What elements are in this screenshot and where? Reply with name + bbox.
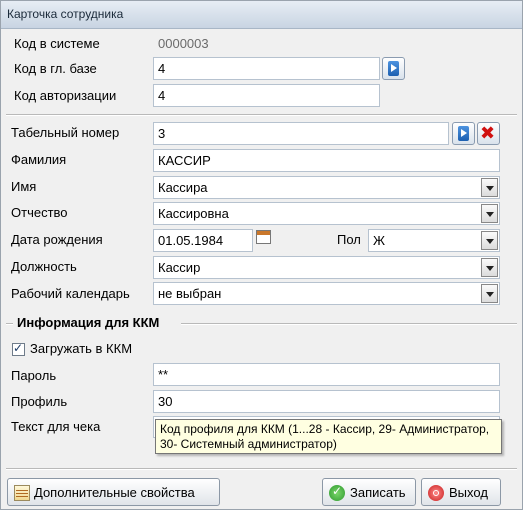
profile-tooltip: Код профиля для ККМ (1...28 - Кассир, 29… bbox=[155, 419, 502, 454]
first-name-value: Кассира bbox=[158, 180, 208, 195]
separator-bottom bbox=[6, 468, 517, 470]
patronymic-label: Отчество bbox=[11, 205, 68, 220]
calendar-icon bbox=[256, 230, 271, 244]
save-button[interactable]: Записать bbox=[322, 478, 416, 506]
last-name-label: Фамилия bbox=[11, 152, 67, 167]
first-name-label: Имя bbox=[11, 179, 37, 194]
exit-button[interactable]: Выход bbox=[421, 478, 501, 506]
calendar-button[interactable] bbox=[254, 228, 274, 248]
arrow-right-icon bbox=[388, 61, 399, 76]
work-calendar-value: не выбран bbox=[158, 286, 222, 301]
personnel-delete-button[interactable]: ✖ bbox=[477, 122, 500, 145]
chevron-down-icon[interactable] bbox=[481, 204, 498, 223]
position-select[interactable]: Кассир bbox=[153, 256, 500, 279]
auth-id-label: Код авторизации bbox=[14, 88, 117, 103]
main-db-id-label: Код в гл. базе bbox=[14, 61, 97, 76]
section-line-left bbox=[6, 323, 13, 325]
load-kkm-checkbox[interactable] bbox=[12, 341, 25, 356]
personnel-number-label: Табельный номер bbox=[11, 125, 120, 140]
password-label: Пароль bbox=[11, 368, 57, 383]
position-value: Кассир bbox=[158, 260, 201, 275]
save-label: Записать bbox=[350, 485, 406, 500]
exit-label: Выход bbox=[449, 485, 488, 500]
patronymic-value: Кассировна bbox=[158, 206, 229, 221]
gender-value: Ж bbox=[373, 233, 386, 248]
chevron-down-icon[interactable] bbox=[481, 284, 498, 303]
system-id-value: 0000003 bbox=[158, 36, 209, 51]
auth-id-field[interactable]: 4 bbox=[153, 84, 380, 107]
position-label: Должность bbox=[11, 259, 77, 274]
system-id-label: Код в системе bbox=[14, 36, 100, 51]
employee-card-window: Карточка сотрудника Код в системе 000000… bbox=[0, 0, 523, 510]
profile-label: Профиль bbox=[11, 394, 68, 409]
profile-field[interactable]: 30 bbox=[153, 390, 500, 413]
chevron-down-icon[interactable] bbox=[481, 258, 498, 277]
first-name-select[interactable]: Кассира bbox=[153, 176, 500, 199]
window-title: Карточка сотрудника bbox=[7, 7, 124, 21]
work-calendar-select[interactable]: не выбран bbox=[153, 282, 500, 305]
patronymic-select[interactable]: Кассировна bbox=[153, 202, 500, 225]
separator-top bbox=[6, 114, 517, 116]
main-db-navigate-button[interactable] bbox=[382, 57, 405, 80]
personnel-navigate-button[interactable] bbox=[452, 122, 475, 145]
main-db-id-field[interactable]: 4 bbox=[153, 57, 380, 80]
receipt-text-label: Текст для чека bbox=[11, 419, 101, 434]
work-calendar-label: Рабочий календарь bbox=[11, 286, 130, 301]
birth-date-label: Дата рождения bbox=[11, 232, 103, 247]
password-field[interactable]: ** bbox=[153, 363, 500, 386]
chevron-down-icon[interactable] bbox=[481, 231, 498, 250]
section-line-right bbox=[181, 323, 517, 325]
gender-label: Пол bbox=[337, 232, 361, 247]
delete-x-icon: ✖ bbox=[480, 123, 496, 143]
birth-date-field[interactable]: 01.05.1984 bbox=[153, 229, 253, 252]
save-check-icon bbox=[329, 484, 345, 501]
kkm-section-title: Информация для ККМ bbox=[17, 315, 160, 330]
personnel-number-field[interactable]: 3 bbox=[153, 122, 449, 145]
gender-select[interactable]: Ж bbox=[368, 229, 500, 252]
chevron-down-icon[interactable] bbox=[481, 178, 498, 197]
arrow-right-icon bbox=[458, 126, 469, 141]
load-kkm-label[interactable]: Загружать в ККМ bbox=[30, 341, 132, 356]
additional-properties-label: Дополнительные свойства bbox=[34, 485, 195, 500]
title-bar: Карточка сотрудника bbox=[1, 1, 522, 29]
properties-icon bbox=[14, 485, 30, 501]
last-name-field[interactable]: КАССИР bbox=[153, 149, 500, 172]
additional-properties-button[interactable]: Дополнительные свойства bbox=[7, 478, 220, 506]
exit-icon bbox=[428, 485, 444, 501]
